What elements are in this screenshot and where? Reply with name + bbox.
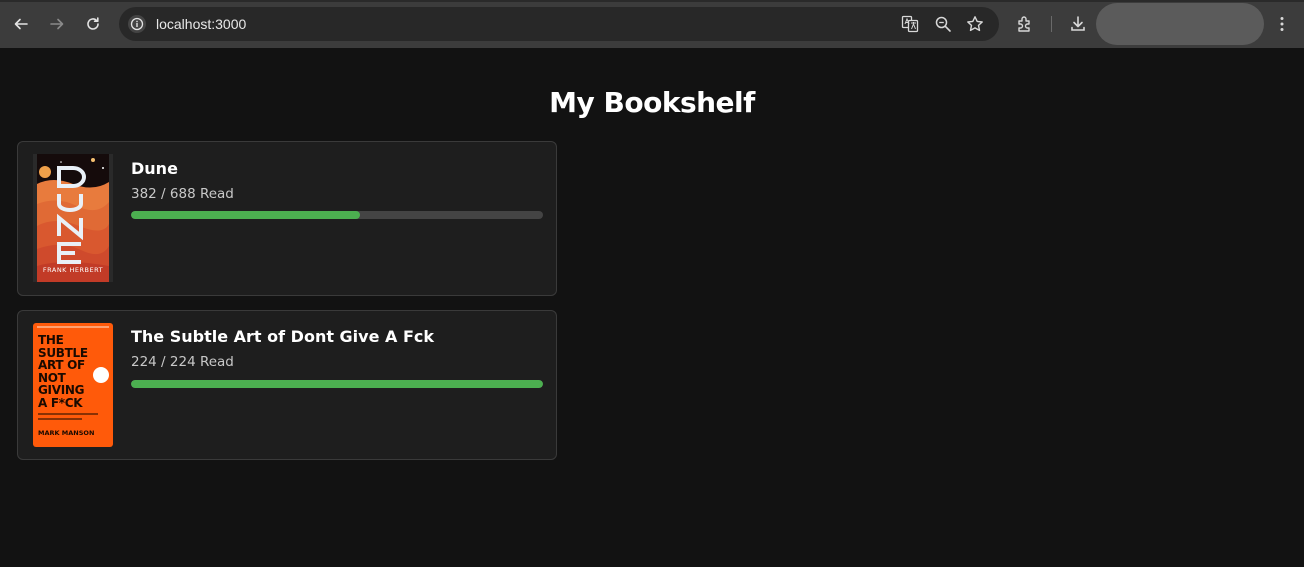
reload-icon <box>87 17 99 30</box>
cover-title-block: THE SUBTLE ART OF NOT GIVING A F*CK <box>38 334 88 409</box>
progress-bar <box>131 380 543 388</box>
cover-line: GIVING <box>38 383 85 397</box>
book-title: Dune <box>131 159 178 178</box>
tab-strip-edge <box>0 0 1304 2</box>
progress-fill <box>131 211 360 219</box>
forward-arrow-icon <box>50 18 64 30</box>
back-arrow-icon <box>14 18 28 30</box>
progress-fill <box>131 380 543 388</box>
cover-author: MARK MANSON <box>38 429 95 437</box>
translate-icon[interactable] <box>901 15 919 33</box>
cover-author: FRANK HERBERT <box>42 266 104 274</box>
cover-subtitle-line <box>38 413 98 415</box>
progress-label: 224 / 224 Read <box>131 354 234 370</box>
progress-label: 382 / 688 Read <box>131 186 234 202</box>
cover-line: A F*CK <box>38 395 83 410</box>
cover-top-strip <box>37 326 109 328</box>
page-title: My Bookshelf <box>549 86 755 119</box>
toolbar-divider <box>1051 16 1052 32</box>
download-icon[interactable] <box>1068 14 1088 34</box>
menu-kebab-icon[interactable] <box>1272 14 1292 34</box>
url-text[interactable]: localhost:3000 <box>156 16 246 32</box>
site-info-icon[interactable] <box>128 15 146 33</box>
cover-badge <box>93 367 109 383</box>
zoom-icon[interactable] <box>934 15 952 33</box>
cover-line: THE <box>38 333 64 347</box>
address-bar[interactable]: localhost:3000 <box>119 7 999 41</box>
book-card[interactable]: THE SUBTLE ART OF NOT GIVING A F*CK MARK… <box>17 310 557 460</box>
reload-button[interactable] <box>81 12 105 36</box>
browser-toolbar: localhost:3000 <box>0 0 1304 48</box>
cover-line: ART OF <box>38 358 85 372</box>
forward-button[interactable] <box>45 12 69 36</box>
book-cover-subtle-art: THE SUBTLE ART OF NOT GIVING A F*CK MARK… <box>33 323 113 447</box>
book-card[interactable]: FRANK HERBERT Dune 382 / 688 Read <box>17 141 557 296</box>
book-title: The Subtle Art of Dont Give A Fck <box>131 327 435 346</box>
bookmark-star-icon[interactable] <box>966 15 984 33</box>
cover-subtitle-line <box>38 418 82 420</box>
extensions-icon[interactable] <box>1015 14 1035 34</box>
back-button[interactable] <box>9 12 33 36</box>
profile-area-redacted[interactable] <box>1096 3 1264 45</box>
book-cover-dune: FRANK HERBERT <box>33 154 113 282</box>
progress-bar <box>131 211 543 219</box>
